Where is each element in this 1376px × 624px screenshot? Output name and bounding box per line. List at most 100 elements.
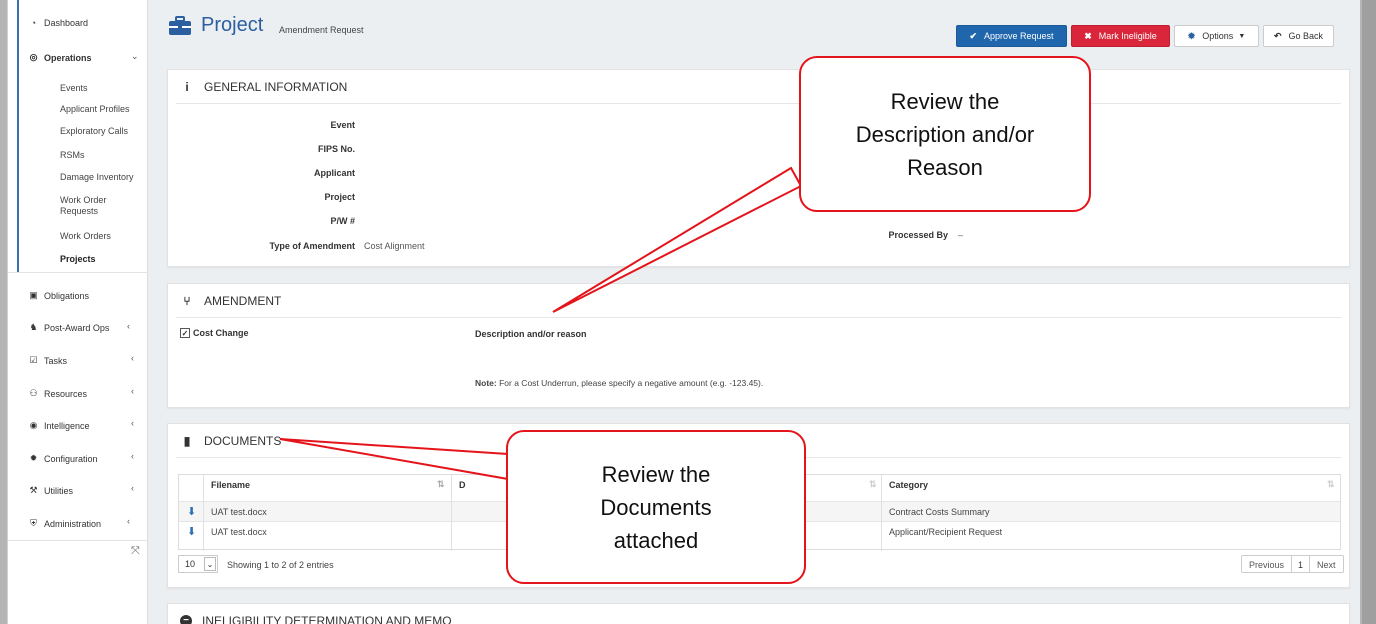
- panel-title: AMENDMENT: [204, 294, 282, 308]
- sidebar-item-intelligence[interactable]: ◉ Intelligence: [28, 420, 90, 431]
- sidebar-item-post-award[interactable]: ♞ Post-Award Ops: [28, 322, 109, 333]
- sidebar-item-label: Operations: [44, 52, 92, 63]
- sidebar-subitem-work-order-requests[interactable]: Work Order: [60, 195, 106, 206]
- col-category[interactable]: Category: [883, 475, 928, 495]
- page-subtitle: Amendment Request: [279, 25, 364, 35]
- mark-ineligible-button[interactable]: ✖ Mark Ineligible: [1071, 25, 1170, 47]
- goback-label: Go Back: [1288, 31, 1324, 41]
- approve-request-button[interactable]: ✔ Approve Request: [956, 25, 1067, 47]
- undo-icon: ↶: [1273, 30, 1282, 41]
- divider: [8, 540, 148, 541]
- table-info: Showing 1 to 2 of 2 entries: [227, 560, 334, 570]
- gear-icon: ✹: [1187, 30, 1196, 41]
- divider: [176, 317, 1341, 318]
- minus-circle-icon: −: [180, 615, 192, 624]
- callout-line: Review the: [890, 88, 1000, 114]
- field-label-project: Project: [324, 192, 355, 202]
- sort-icon[interactable]: ⇅: [1327, 479, 1335, 490]
- page-size-value: 10: [185, 559, 196, 569]
- next-page-button[interactable]: Next: [1310, 556, 1343, 572]
- options-button[interactable]: ✹ Options ▼: [1174, 25, 1259, 47]
- chevron-left-icon[interactable]: ‹: [127, 321, 130, 331]
- sort-icon[interactable]: ⇅: [869, 479, 877, 490]
- note-text: For a Cost Underrun, please specify a ne…: [499, 378, 764, 388]
- description-label: Description and/or reason: [475, 329, 587, 339]
- sidebar-subitem-work-order-requests-2[interactable]: Requests: [60, 206, 98, 217]
- collapse-sidebar-icon[interactable]: ⤧: [131, 545, 140, 558]
- col-filename[interactable]: Filename: [205, 475, 250, 495]
- divider: [881, 475, 882, 551]
- sidebar-item-tasks[interactable]: ☑ Tasks: [28, 355, 67, 366]
- sidebar-item-label: Post-Award Ops: [44, 322, 110, 333]
- page-title: Project: [201, 14, 264, 36]
- category-cell: Contract Costs Summary: [889, 507, 990, 517]
- download-icon[interactable]: ⬇: [187, 525, 196, 538]
- window-edge: [1362, 0, 1376, 624]
- sidebar-subitem-events[interactable]: Events: [60, 83, 88, 94]
- chevron-left-icon[interactable]: ‹: [131, 353, 134, 363]
- chevron-left-icon[interactable]: ‹: [131, 483, 134, 493]
- type-of-amendment-value: Cost Alignment: [364, 241, 425, 251]
- briefcase-icon: [169, 16, 191, 35]
- filename-cell[interactable]: UAT test.docx: [205, 502, 267, 522]
- callout-line: Description and/or: [855, 121, 1035, 147]
- sidebar-item-label: Configuration: [44, 453, 98, 464]
- sidebar-subitem-exploratory-calls[interactable]: Exploratory Calls: [60, 126, 128, 137]
- chevron-down-icon[interactable]: ⌄: [131, 51, 139, 62]
- app-window: ◔ Dashboard ◎ Operations ⌄ Events Applican…: [7, 0, 1360, 624]
- chevron-left-icon[interactable]: ‹: [131, 418, 134, 428]
- download-icon[interactable]: ⬇: [187, 505, 196, 518]
- go-back-button[interactable]: ↶ Go Back: [1263, 25, 1334, 47]
- sidebar-subitem-applicant-profiles[interactable]: Applicant Profiles: [60, 104, 130, 115]
- field-label-pw: P/W #: [330, 216, 355, 226]
- callout-line: Reason: [907, 154, 983, 180]
- sidebar-item-dashboard[interactable]: ◔ Dashboard: [28, 18, 88, 28]
- sidebar-item-label: Utilities: [44, 485, 74, 496]
- sidebar-item-label: Obligations: [44, 290, 90, 301]
- chevron-left-icon[interactable]: ‹: [131, 451, 134, 461]
- sidebar-item-utilities[interactable]: ⚒ Utilities: [28, 485, 73, 496]
- chevron-down-icon[interactable]: ⌄: [204, 557, 216, 571]
- callout-review-documents: Review the Documents attached: [506, 430, 806, 584]
- ineligibility-panel: − INELIGIBILITY DETERMINATION AND MEMO: [167, 603, 1350, 624]
- sidebar-item-obligations[interactable]: ▣ Obligations: [28, 290, 89, 301]
- col-description[interactable]: D: [453, 475, 466, 495]
- sidebar-item-resources[interactable]: ⚇ Resources: [28, 388, 87, 399]
- sidebar-item-administration[interactable]: ⛨ Administration: [28, 518, 101, 529]
- sidebar-item-label: Dashboard: [44, 18, 89, 28]
- previous-page-button[interactable]: Previous: [1242, 556, 1291, 572]
- sidebar-subitem-work-orders[interactable]: Work Orders: [60, 231, 111, 242]
- sidebar-subitem-damage-inventory[interactable]: Damage Inventory: [60, 172, 134, 183]
- chevron-left-icon[interactable]: ‹: [131, 386, 134, 396]
- filename-cell[interactable]: UAT test.docx: [205, 522, 267, 542]
- divider: [8, 272, 148, 273]
- panel-header: ▮ DOCUMENTS: [180, 434, 282, 448]
- sidebar-subitem-rsms[interactable]: RSMs: [60, 150, 85, 161]
- trophy-icon: ♞: [29, 322, 38, 332]
- panel-title: GENERAL INFORMATION: [204, 80, 348, 94]
- sidebar-item-operations[interactable]: ◎ Operations: [28, 52, 92, 63]
- chevron-left-icon[interactable]: ‹: [127, 516, 130, 526]
- target-icon: ◎: [29, 52, 38, 62]
- users-icon: ⚇: [29, 388, 38, 398]
- sort-icon[interactable]: ⇅: [437, 479, 445, 490]
- approve-label: Approve Request: [984, 31, 1054, 41]
- eye-icon: ◉: [29, 420, 38, 430]
- divider: [203, 475, 204, 551]
- file-icon: ▮: [183, 434, 191, 448]
- callout-line: Documents: [600, 494, 712, 520]
- panel-title: INELIGIBILITY DETERMINATION AND MEMO: [202, 614, 452, 624]
- field-label-fips: FIPS No.: [317, 144, 355, 154]
- processed-by-value: –: [958, 230, 964, 240]
- callout-review-description: Review the Description and/or Reason: [799, 56, 1091, 212]
- amendment-panel: ⑂ AMENDMENT ✓ Cost Change Description and…: [167, 283, 1350, 408]
- caret-down-icon: ▼: [1238, 32, 1246, 40]
- field-label-event: Event: [330, 120, 355, 130]
- panel-header: − INELIGIBILITY DETERMINATION AND MEMO: [180, 614, 452, 624]
- calculator-icon: ▣: [29, 290, 38, 300]
- callout-text: Review the Documents attached: [600, 458, 711, 557]
- page-1-button[interactable]: 1: [1291, 556, 1311, 572]
- sidebar-subitem-projects[interactable]: Projects: [60, 254, 96, 265]
- cost-change-checkbox[interactable]: ✓ Cost Change: [180, 328, 249, 338]
- sidebar-item-configuration[interactable]: ✹ Configuration: [28, 453, 98, 464]
